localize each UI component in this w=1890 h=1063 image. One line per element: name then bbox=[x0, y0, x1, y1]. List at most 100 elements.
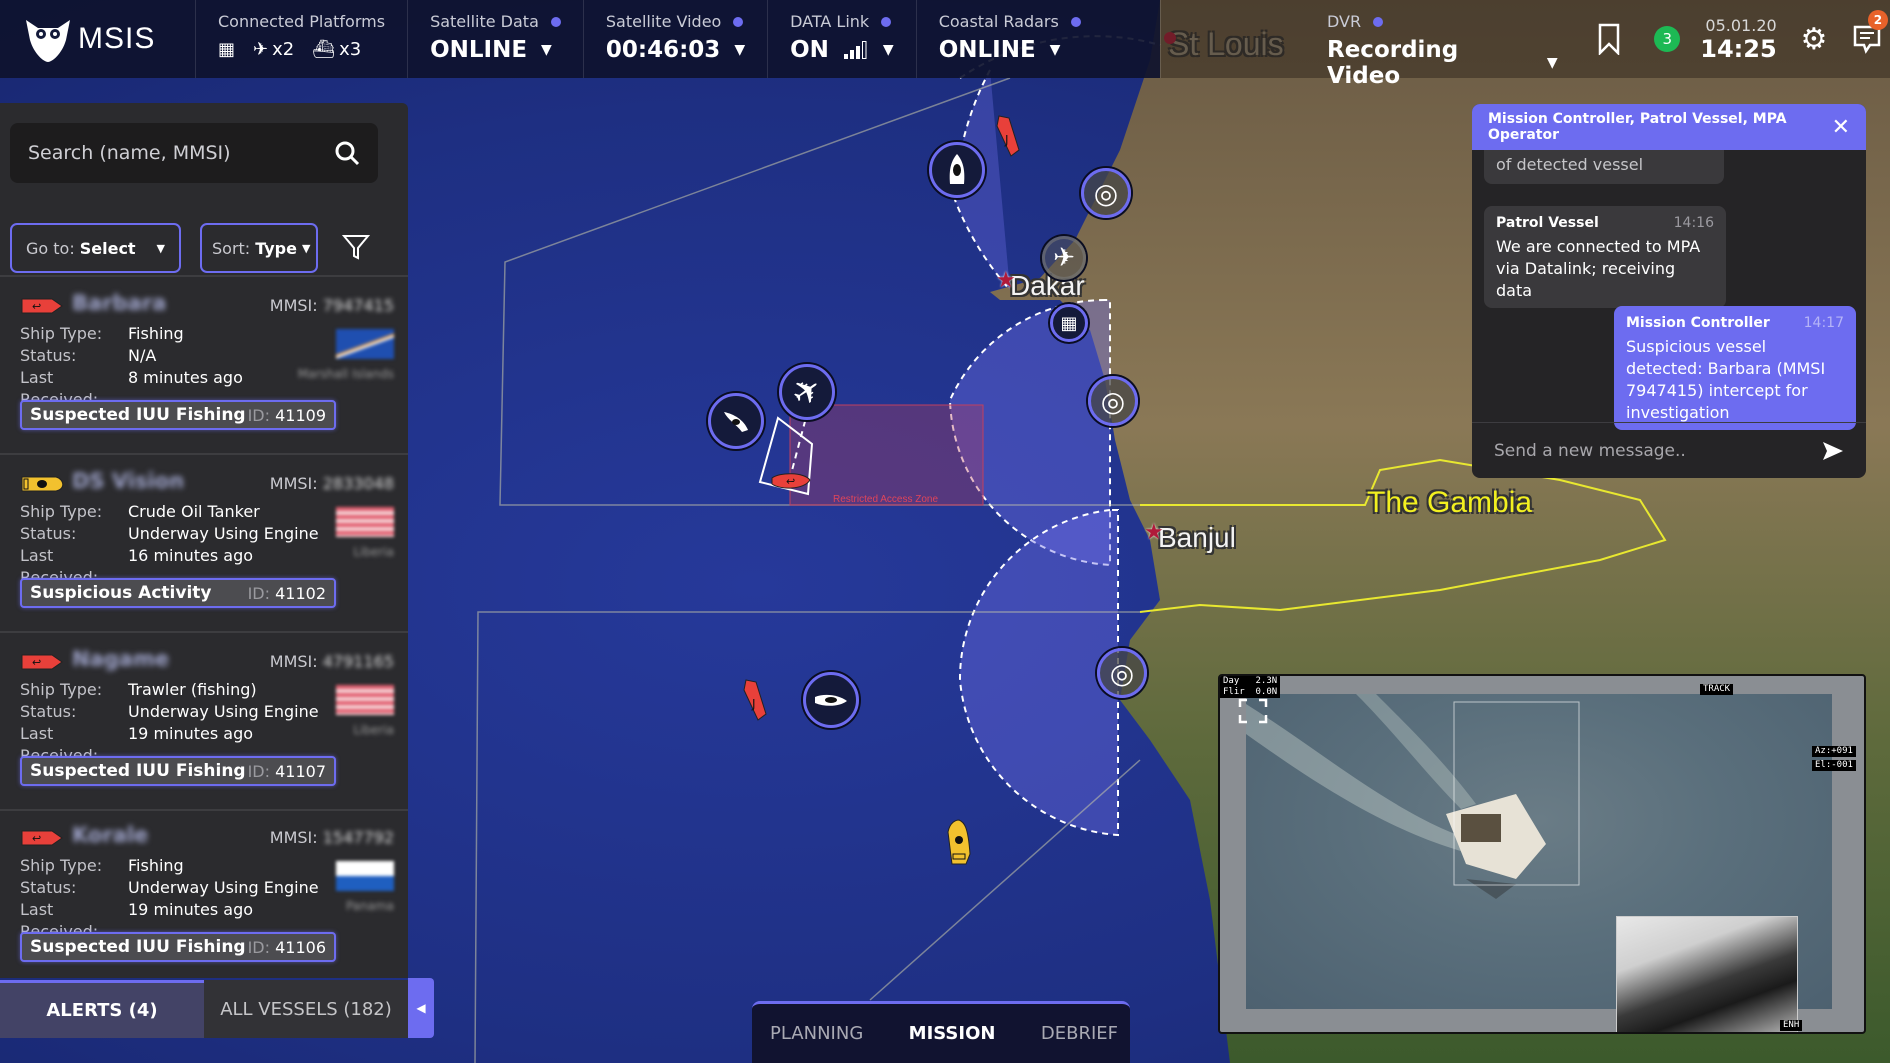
ship-type-label: Ship Type: bbox=[20, 502, 103, 521]
coastal-radar-marker[interactable]: ◎ bbox=[1097, 648, 1147, 698]
city-star-icon: ★ bbox=[1144, 520, 1164, 545]
tab-planning[interactable]: PLANNING bbox=[770, 1023, 863, 1044]
video-feed[interactable]: Day 2.3N Flir 0.0N TRACK Az:+091 El:-001… bbox=[1218, 674, 1866, 1034]
search-icon[interactable] bbox=[334, 140, 360, 166]
goto-value: Select bbox=[79, 238, 136, 258]
alert-badge[interactable]: Suspected IUU Fishing ID: 41107 bbox=[20, 756, 336, 786]
time: 14:25 bbox=[1700, 34, 1777, 63]
connected-platforms[interactable]: Connected Platforms ▦ ✈ x2 ⛴ x3 bbox=[195, 0, 407, 78]
restricted-access-zone[interactable] bbox=[789, 404, 984, 506]
satellite-data-value: ONLINE bbox=[430, 37, 528, 63]
flag-icon bbox=[336, 861, 394, 891]
alert-id-label: ID: bbox=[247, 761, 270, 781]
fishing-vessel-marker[interactable]: J bbox=[740, 678, 770, 722]
alert-id-label: ID: bbox=[247, 583, 270, 603]
message-text: Suspicious vessel detected: Barbara (MMS… bbox=[1626, 337, 1826, 422]
vessel-alert-card[interactable]: ↩ Barbara MMSI: 7947415 Ship Type: Fishin… bbox=[0, 277, 408, 455]
map-label-gambia: The Gambia bbox=[1367, 486, 1533, 519]
vessel-alert-card[interactable]: ↩ Korale MMSI: 1547792 Ship Type: Fishing… bbox=[0, 809, 408, 978]
status-label: Status: bbox=[20, 346, 77, 365]
flag-country: Panama bbox=[345, 899, 394, 913]
fishing-vessel-icon: ↩ bbox=[21, 654, 63, 670]
status-dot bbox=[733, 16, 744, 27]
chevron-down-icon[interactable]: ▼ bbox=[1547, 55, 1558, 71]
status-dot bbox=[881, 16, 892, 27]
flag-country: Liberia bbox=[353, 723, 394, 737]
coastal-radar-marker[interactable]: ◎ bbox=[1081, 168, 1131, 218]
chat-header: Mission Controller, Patrol Vessel, MPA O… bbox=[1472, 104, 1866, 150]
patrol-vessel-marker[interactable] bbox=[929, 142, 985, 198]
message-text: of detected vessel bbox=[1496, 155, 1644, 174]
tanker-vessel-marker[interactable] bbox=[944, 818, 974, 866]
notifications-count: 3 bbox=[1654, 26, 1681, 52]
chevron-down-icon[interactable]: ▼ bbox=[541, 42, 552, 58]
satellite-data-status[interactable]: Satellite Data ONLINE ▼ bbox=[407, 0, 583, 78]
mmsi-value: 7947415 bbox=[322, 296, 394, 315]
ship-type-value: Fishing bbox=[128, 856, 184, 875]
settings-button[interactable]: ⚙ bbox=[1791, 0, 1838, 78]
suspect-vessel-barbara-marker[interactable]: ↩ bbox=[770, 470, 812, 492]
patrol-vessel-marker[interactable] bbox=[708, 393, 764, 449]
gear-icon: ⚙ bbox=[1800, 21, 1828, 57]
fullscreen-icon[interactable] bbox=[1238, 698, 1268, 724]
status-label: Status: bbox=[20, 878, 77, 897]
tab-mission[interactable]: MISSION bbox=[909, 1023, 996, 1044]
thermal-inset[interactable] bbox=[1616, 916, 1798, 1032]
tab-alerts[interactable]: ALERTS (4) bbox=[0, 980, 204, 1038]
alert-id-label: ID: bbox=[247, 405, 270, 425]
svg-text:J: J bbox=[751, 697, 756, 711]
airbase-marker[interactable]: ✈ bbox=[1042, 236, 1086, 280]
mmsi-label: MMSI: bbox=[269, 474, 318, 493]
command-center-marker[interactable]: ▦ bbox=[1050, 304, 1088, 342]
chevron-down-icon[interactable]: ▼ bbox=[883, 42, 894, 58]
ship-type-label: Ship Type: bbox=[20, 856, 103, 875]
close-icon[interactable]: ✕ bbox=[1832, 115, 1850, 140]
sort-select[interactable]: Sort: Type ▼ bbox=[200, 223, 318, 273]
chevron-down-icon[interactable]: ▼ bbox=[734, 42, 745, 58]
messages-button[interactable]: 2 bbox=[1843, 0, 1890, 78]
collapse-panel-button[interactable]: ◀ bbox=[408, 978, 434, 1038]
coastal-radars-status[interactable]: Coastal Radars ONLINE ▼ bbox=[915, 0, 1103, 78]
mmsi-label: MMSI: bbox=[269, 828, 318, 847]
goto-select[interactable]: Go to: Select ▼ bbox=[10, 223, 181, 273]
filter-icon[interactable] bbox=[342, 233, 370, 261]
sort-label: Sort: bbox=[212, 238, 251, 258]
alert-badge[interactable]: Suspicious Activity ID: 41102 bbox=[20, 578, 336, 608]
ship-type-label: Ship Type: bbox=[20, 324, 103, 343]
fishing-vessel-marker[interactable]: J bbox=[993, 114, 1023, 158]
city-star-icon: ★ bbox=[996, 268, 1016, 293]
alert-badge[interactable]: Suspected IUU Fishing ID: 41106 bbox=[20, 932, 336, 962]
alert-badge[interactable]: Suspected IUU Fishing ID: 41109 bbox=[20, 400, 336, 430]
notifications-button[interactable]: 3 bbox=[1654, 0, 1681, 78]
radar-icon: ◎ bbox=[1093, 176, 1119, 210]
dvr-value: Recording Video bbox=[1327, 37, 1459, 89]
svg-text:J: J bbox=[1004, 133, 1009, 147]
tab-all-vessels[interactable]: ALL VESSELS (182) bbox=[204, 980, 408, 1038]
tab-debrief[interactable]: DEBRIEF bbox=[1041, 1023, 1118, 1044]
chevron-down-icon[interactable]: ▼ bbox=[1050, 42, 1061, 58]
status-value: Underway Using Engine bbox=[128, 702, 319, 721]
bookmark-button[interactable] bbox=[1586, 0, 1633, 78]
map-label-banjul: Banjul bbox=[1158, 522, 1236, 553]
tanker-vessel-icon bbox=[21, 476, 64, 492]
alert-type: Suspicious Activity bbox=[30, 583, 212, 603]
vessel-alert-card[interactable]: ↩ Nagame MMSI: 4791165 Ship Type: Trawler… bbox=[0, 633, 408, 811]
patrol-vessel-marker[interactable] bbox=[803, 672, 859, 728]
data-link-status[interactable]: DATA Link ON ▼ bbox=[767, 0, 916, 78]
message-input[interactable]: Send a new message.. bbox=[1472, 422, 1866, 478]
dvr-status[interactable]: DVR Recording Video ▼ bbox=[1160, 0, 1580, 89]
status-value: Underway Using Engine bbox=[128, 524, 319, 543]
search-input[interactable]: Search (name, MMSI) bbox=[10, 123, 378, 183]
alert-type: Suspected IUU Fishing bbox=[30, 761, 246, 781]
send-icon[interactable] bbox=[1822, 441, 1844, 461]
message-sender: Patrol Vessel bbox=[1496, 215, 1599, 231]
mpa-aircraft-marker[interactable]: ✈ bbox=[779, 364, 835, 420]
mmsi-value: 4791165 bbox=[322, 652, 394, 671]
satellite-data-label: Satellite Data bbox=[430, 12, 539, 31]
svg-text:↩: ↩ bbox=[786, 475, 795, 488]
vessel-alert-card[interactable]: DS Vision MMSI: 2833048 Ship Type: Crude … bbox=[0, 455, 408, 633]
satellite-video-status[interactable]: Satellite Video 00:46:03 ▼ bbox=[582, 0, 767, 78]
vessel-name: Korale bbox=[72, 823, 149, 847]
aircraft-icon: ✈ bbox=[1053, 243, 1075, 273]
coastal-radar-marker[interactable]: ◎ bbox=[1088, 376, 1138, 426]
